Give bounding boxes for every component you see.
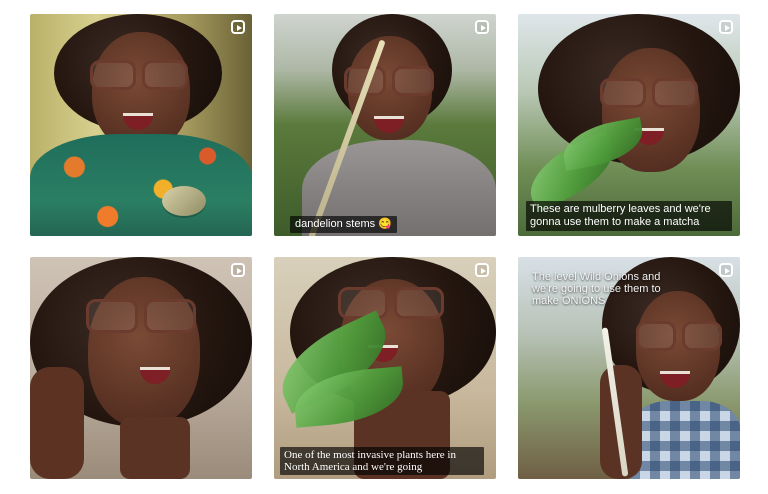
reel-caption: One of the most invasive plants here in … — [280, 447, 484, 475]
plaid-shirt — [630, 401, 740, 479]
neck — [120, 417, 190, 479]
reel-tile-1[interactable] — [30, 14, 252, 236]
reel-tile-4[interactable] — [30, 257, 252, 479]
reel-tile-3[interactable]: These are mulberry leaves and we're gonn… — [518, 14, 740, 236]
glasses — [636, 321, 722, 351]
reel-caption: The level Wild Onions and we're going to… — [532, 271, 661, 307]
reel-caption: These are mulberry leaves and we're gonn… — [526, 201, 732, 231]
reel-tile-5[interactable]: One of the most invasive plants here in … — [274, 257, 496, 479]
hand — [30, 367, 84, 479]
reel-caption: dandelion stems 😋 — [290, 216, 397, 233]
patterned-shirt — [30, 134, 252, 236]
glasses — [338, 287, 444, 319]
glasses — [86, 299, 196, 333]
reel-icon — [719, 20, 733, 34]
glasses — [344, 66, 434, 96]
food-item — [162, 186, 206, 216]
glasses — [90, 60, 188, 90]
reel-icon — [231, 263, 245, 277]
reels-grid: dandelion stems 😋 These are mulberry lea… — [0, 0, 768, 494]
face — [92, 32, 190, 150]
reel-tile-6[interactable]: The level Wild Onions and we're going to… — [518, 257, 740, 479]
reel-icon — [231, 20, 245, 34]
glasses — [600, 78, 698, 108]
reel-icon — [475, 263, 489, 277]
reel-tile-2[interactable]: dandelion stems 😋 — [274, 14, 496, 236]
reel-icon — [719, 263, 733, 277]
reel-icon — [475, 20, 489, 34]
